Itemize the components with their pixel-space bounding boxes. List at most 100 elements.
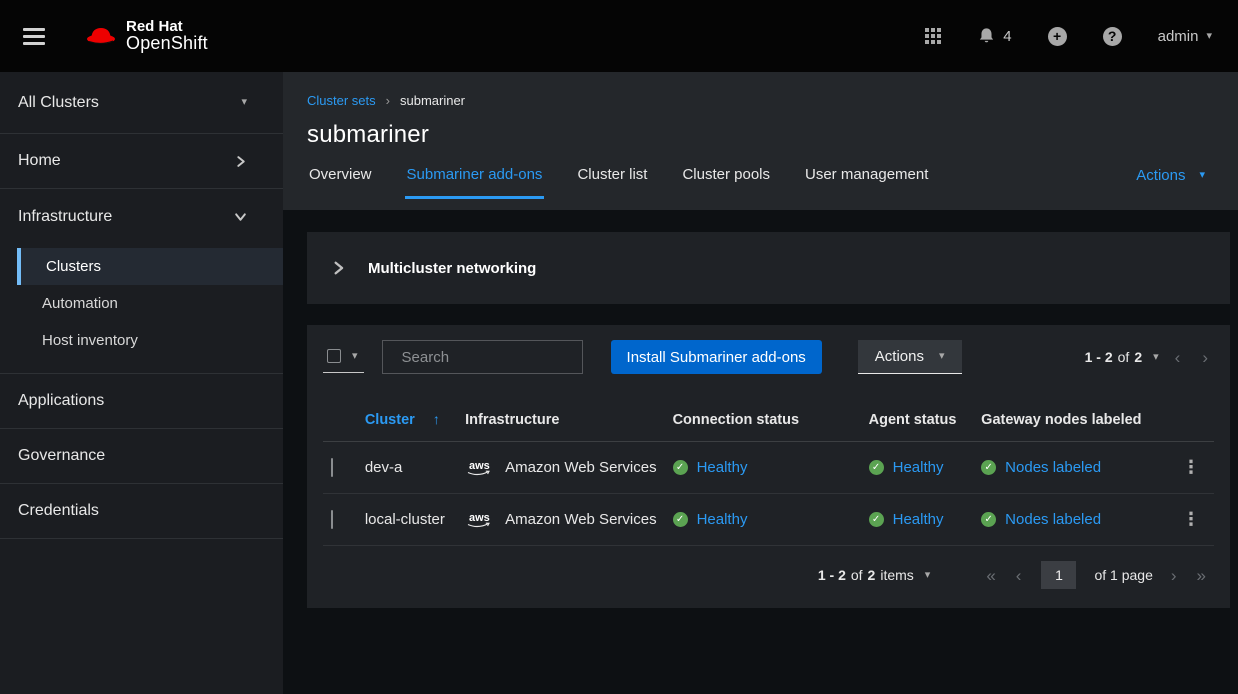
bulk-select-checkbox[interactable] — [327, 349, 341, 363]
next-page-button[interactable]: › — [1165, 567, 1183, 584]
aws-logo-icon: aws — [465, 457, 495, 478]
healthy-check-icon: ✓ — [869, 512, 884, 527]
healthy-check-icon: ✓ — [981, 460, 996, 475]
toolbar-actions-dropdown[interactable]: Actions ▾ — [858, 340, 962, 374]
tab-cluster-pools[interactable]: Cluster pools — [680, 166, 772, 199]
caret-down-icon: ▾ — [1153, 352, 1159, 363]
pagination-top: 1 - 2 of 2 ▾ ‹ › — [1085, 349, 1214, 366]
chevron-right-icon — [331, 261, 345, 275]
breadcrumb: Cluster sets › submariner — [307, 93, 1238, 108]
pagination-bottom: 1 - 2 of 2 items ▾ « ‹ of 1 page › » — [323, 546, 1214, 608]
agent-status-link[interactable]: Healthy — [893, 459, 944, 476]
column-header-gateway-nodes-labeled: Gateway nodes labeled — [973, 399, 1168, 442]
username: admin — [1158, 28, 1199, 45]
install-submariner-addons-button[interactable]: Install Submariner add-ons — [611, 340, 822, 374]
page-actions-dropdown[interactable]: Actions ▾ — [1136, 167, 1205, 184]
nav-toggle-hamburger-icon[interactable] — [19, 24, 49, 49]
previous-page-button[interactable]: ‹ — [1169, 349, 1187, 366]
expand-section-button[interactable] — [323, 261, 353, 275]
page-count-label: of 1 page — [1094, 567, 1152, 583]
bell-icon — [977, 27, 996, 46]
brand-logo: Red Hat OpenShift — [85, 19, 208, 54]
add-resource-icon[interactable]: + — [1048, 27, 1067, 46]
kebab-menu-icon[interactable]: ⋮ — [1176, 509, 1206, 530]
sidebar-item-host-inventory[interactable]: Host inventory — [0, 322, 283, 359]
first-page-button[interactable]: « — [980, 567, 1001, 584]
gateway-nodes-link[interactable]: Nodes labeled — [1005, 459, 1101, 476]
sidebar-item-infrastructure[interactable]: Infrastructure — [0, 189, 283, 244]
previous-page-button[interactable]: ‹ — [1010, 567, 1028, 584]
infrastructure-provider: Amazon Web Services — [505, 459, 656, 476]
user-menu[interactable]: admin ▾ — [1158, 28, 1212, 45]
healthy-check-icon: ✓ — [673, 460, 688, 475]
masthead: Red Hat OpenShift 4 + ? admin ▾ — [0, 0, 1238, 72]
healthy-check-icon: ✓ — [981, 512, 996, 527]
table-header-row: Cluster ↑ Infrastructure Connection stat… — [323, 399, 1214, 442]
breadcrumb-separator-icon: › — [386, 93, 390, 108]
search-input[interactable] — [402, 349, 601, 366]
search-box — [382, 340, 583, 374]
breadcrumb-cluster-sets-link[interactable]: Cluster sets — [307, 93, 376, 108]
multicluster-networking-section: Multicluster networking — [307, 232, 1230, 304]
brand-name-line2: OpenShift — [126, 34, 208, 53]
section-title: Multicluster networking — [368, 260, 536, 277]
sort-ascending-icon: ↑ — [433, 411, 440, 427]
last-page-button[interactable]: » — [1191, 567, 1212, 584]
sidebar-item-credentials[interactable]: Credentials — [0, 484, 283, 539]
caret-down-icon: ▾ — [1206, 31, 1212, 42]
connection-status-link[interactable]: Healthy — [697, 511, 748, 528]
caret-down-icon: ▾ — [352, 351, 358, 362]
red-hat-fedora-icon — [85, 24, 117, 48]
column-header-agent-status: Agent status — [861, 399, 974, 442]
caret-down-icon: ▾ — [939, 351, 945, 362]
healthy-check-icon: ✓ — [869, 460, 884, 475]
sidebar-nav: All Clusters ▾ Home Infrastructure Clust… — [0, 72, 283, 694]
page-title: submariner — [307, 121, 1238, 149]
column-header-infrastructure: Infrastructure — [457, 399, 664, 442]
next-page-button[interactable]: › — [1196, 349, 1214, 366]
clusters-table: Cluster ↑ Infrastructure Connection stat… — [323, 399, 1214, 546]
cluster-perspective-selector[interactable]: All Clusters ▾ — [0, 72, 283, 134]
sidebar-item-clusters[interactable]: Clusters — [17, 248, 283, 285]
tab-cluster-list[interactable]: Cluster list — [575, 166, 649, 199]
chevron-right-icon — [234, 155, 247, 168]
cluster-name: dev-a — [357, 442, 457, 494]
aws-logo-icon: aws — [465, 509, 495, 530]
cluster-name: local-cluster — [357, 494, 457, 546]
notification-count: 4 — [1003, 28, 1011, 45]
tab-overview[interactable]: Overview — [307, 166, 374, 199]
kebab-menu-icon[interactable]: ⋮ — [1176, 457, 1206, 478]
current-page-input[interactable] — [1041, 561, 1076, 589]
pagination-options-toggle[interactable]: 1 - 2 of 2 ▾ — [1085, 349, 1159, 365]
bulk-select-dropdown[interactable]: ▾ — [323, 349, 364, 373]
column-header-connection-status: Connection status — [665, 399, 861, 442]
tab-submariner-add-ons[interactable]: Submariner add-ons — [405, 166, 545, 199]
row-checkbox[interactable] — [331, 510, 333, 529]
row-checkbox[interactable] — [331, 458, 333, 477]
gateway-nodes-link[interactable]: Nodes labeled — [1005, 511, 1101, 528]
tab-user-management[interactable]: User management — [803, 166, 930, 199]
app-launcher-icon[interactable] — [925, 28, 941, 44]
pagination-options-toggle[interactable]: 1 - 2 of 2 items ▾ — [818, 567, 930, 583]
column-header-cluster[interactable]: Cluster ↑ — [357, 399, 457, 442]
table-toolbar: ▾ Install Submariner add-ons Actions ▾ — [323, 340, 1214, 374]
infrastructure-subnav: Clusters Automation Host inventory — [0, 244, 283, 374]
svg-text:aws: aws — [469, 460, 490, 472]
healthy-check-icon: ✓ — [673, 512, 688, 527]
sidebar-item-applications[interactable]: Applications — [0, 374, 283, 429]
page-header: Cluster sets › submariner submariner Ove… — [283, 72, 1238, 210]
help-icon[interactable]: ? — [1103, 27, 1122, 46]
infrastructure-provider: Amazon Web Services — [505, 511, 656, 528]
notifications-button[interactable]: 4 — [977, 27, 1011, 46]
caret-down-icon: ▾ — [1199, 170, 1205, 181]
table-row: local-cluster aws Amazon Web Services — [323, 494, 1214, 546]
sidebar-item-governance[interactable]: Governance — [0, 429, 283, 484]
page-content: Multicluster networking ▾ — [283, 210, 1238, 694]
agent-status-link[interactable]: Healthy — [893, 511, 944, 528]
caret-down-icon: ▾ — [925, 570, 931, 581]
svg-text:aws: aws — [469, 512, 490, 524]
connection-status-link[interactable]: Healthy — [697, 459, 748, 476]
sidebar-item-automation[interactable]: Automation — [0, 285, 283, 322]
brand-name-line1: Red Hat — [126, 19, 208, 35]
sidebar-item-home[interactable]: Home — [0, 134, 283, 189]
